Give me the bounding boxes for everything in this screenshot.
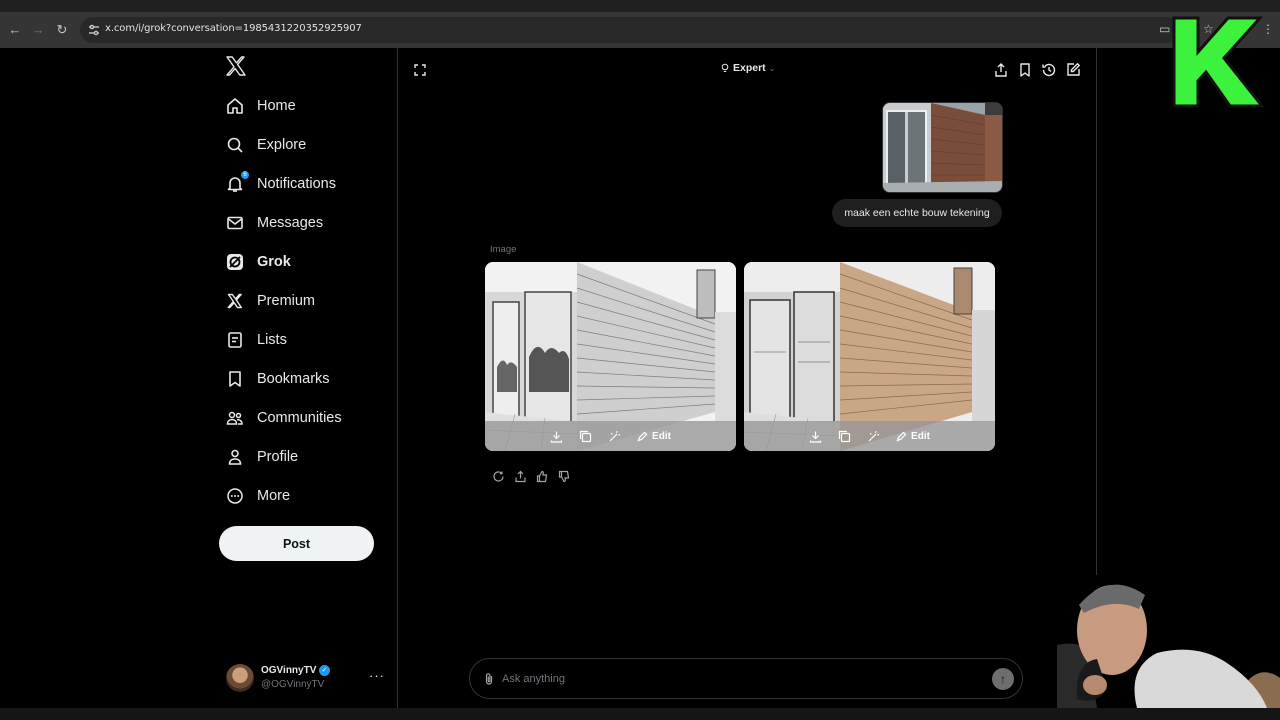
edit-image-button[interactable]: Edit xyxy=(637,431,671,442)
column-divider xyxy=(397,48,398,708)
image-caption: Image xyxy=(490,244,517,255)
url-text: x.com/i/grok?conversation=19854312203529… xyxy=(105,23,362,34)
download-icon[interactable] xyxy=(809,430,822,443)
bookmark-icon xyxy=(226,370,244,388)
browser-tab-strip xyxy=(0,0,1280,12)
sidebar-item-label: Profile xyxy=(257,448,299,465)
sidebar-item-explore[interactable]: Explore xyxy=(216,125,396,164)
sidebar-item-bookmarks[interactable]: Bookmarks xyxy=(216,359,396,398)
new-chat-icon[interactable] xyxy=(1065,62,1081,78)
image-action-bar: Edit xyxy=(485,421,736,451)
sidebar-item-label: More xyxy=(257,487,291,504)
attach-icon[interactable] xyxy=(482,672,496,686)
edit-label: Edit xyxy=(911,430,930,442)
sidebar-item-label: Communities xyxy=(257,409,342,426)
verified-badge-icon: ✓ xyxy=(319,665,330,676)
sidebar-item-label: Home xyxy=(257,97,296,114)
regenerate-icon[interactable] xyxy=(492,470,505,483)
x-logo-icon[interactable] xyxy=(224,54,248,78)
sidebar-item-lists[interactable]: Lists xyxy=(216,320,396,359)
history-icon[interactable] xyxy=(1041,62,1057,78)
more-circle-icon xyxy=(226,487,244,505)
sidebar-item-profile[interactable]: Profile xyxy=(216,437,396,476)
notification-badge: 6 xyxy=(240,169,250,180)
sidebar-item-more[interactable]: More xyxy=(216,476,396,515)
reload-icon[interactable]: ↻ xyxy=(53,21,71,39)
channel-k-logo xyxy=(1172,16,1264,108)
edit-image-button[interactable]: Edit xyxy=(896,431,930,442)
sidebar-item-messages[interactable]: Messages xyxy=(216,203,396,242)
bookmark-icon[interactable] xyxy=(1017,62,1033,78)
sidebar-nav: Home Explore 6 Notifications Messages Gr… xyxy=(216,86,396,515)
more-options-icon[interactable]: ··· xyxy=(369,668,385,683)
share-icon[interactable] xyxy=(514,470,527,483)
sidebar-item-grok[interactable]: Grok xyxy=(216,242,396,281)
x-icon xyxy=(226,292,244,310)
pencil-icon xyxy=(896,431,907,441)
profile-name: OGVinnyTV xyxy=(261,665,317,676)
browser-bottom-edge xyxy=(0,708,1280,720)
sidebar-item-label: Notifications xyxy=(257,175,336,192)
post-button[interactable]: Post xyxy=(219,526,374,561)
copy-image-icon[interactable] xyxy=(838,430,851,443)
people-icon xyxy=(226,409,244,427)
expand-icon[interactable] xyxy=(412,62,428,78)
bell-icon: 6 xyxy=(226,169,250,193)
browser-toolbar: ← → ↻ x.com/i/grok?conversation=19854312… xyxy=(0,12,1280,48)
sidebar-item-notifications[interactable]: 6 Notifications xyxy=(216,164,396,203)
profile-handle: @OGVinnyTV xyxy=(261,679,325,690)
chevron-down-icon: ⌄ xyxy=(768,63,776,73)
mail-icon xyxy=(226,214,244,232)
edit-label: Edit xyxy=(652,430,671,442)
ask-input[interactable] xyxy=(502,669,972,689)
generated-image-card[interactable]: Edit xyxy=(485,262,736,451)
thumbs-down-icon[interactable] xyxy=(558,470,571,483)
copy-image-icon[interactable] xyxy=(579,430,592,443)
send-button[interactable]: ↑ xyxy=(992,668,1014,690)
model-mode-label: Expert xyxy=(733,62,766,74)
avatar xyxy=(226,664,254,692)
sidebar-item-home[interactable]: Home xyxy=(216,86,396,125)
back-icon[interactable]: ← xyxy=(6,21,24,39)
sidebar-item-label: Explore xyxy=(257,136,307,153)
sidebar-item-label: Lists xyxy=(257,331,287,348)
response-actions xyxy=(492,470,571,483)
animate-icon[interactable] xyxy=(867,430,880,443)
share-icon[interactable] xyxy=(993,62,1009,78)
forward-icon[interactable]: → xyxy=(29,21,47,39)
user-message-bubble: maak een echte bouw tekening xyxy=(832,199,1002,227)
user-uploaded-image[interactable] xyxy=(882,102,1003,193)
webcam-overlay xyxy=(1057,575,1280,708)
address-bar[interactable]: x.com/i/grok?conversation=19854312203529… xyxy=(80,17,1180,43)
sidebar-item-label: Grok xyxy=(257,253,291,270)
image-action-bar: Edit xyxy=(744,421,995,451)
lightbulb-icon xyxy=(721,63,729,72)
grok-icon xyxy=(226,253,244,271)
cast-icon[interactable]: ▭ xyxy=(1159,22,1170,36)
person-icon xyxy=(226,448,244,466)
generated-image-card[interactable]: Edit xyxy=(744,262,995,451)
model-mode-selector[interactable]: Expert ⌄ xyxy=(720,62,775,74)
sidebar-item-label: Premium xyxy=(257,292,316,309)
list-icon xyxy=(226,331,244,349)
sidebar-item-premium[interactable]: Premium xyxy=(216,281,396,320)
search-icon xyxy=(226,136,244,154)
home-icon xyxy=(226,97,244,115)
download-icon[interactable] xyxy=(550,430,563,443)
sidebar-item-label: Bookmarks xyxy=(257,370,330,387)
site-info-icon[interactable] xyxy=(86,22,102,38)
sidebar-item-communities[interactable]: Communities xyxy=(216,398,396,437)
ask-input-box: ↑ xyxy=(469,658,1023,699)
sidebar-item-label: Messages xyxy=(257,214,324,231)
pencil-icon xyxy=(637,431,648,441)
thumbs-up-icon[interactable] xyxy=(536,470,549,483)
account-switcher[interactable]: OGVinnyTV ✓ @OGVinnyTV ··· xyxy=(226,662,391,694)
animate-icon[interactable] xyxy=(608,430,621,443)
